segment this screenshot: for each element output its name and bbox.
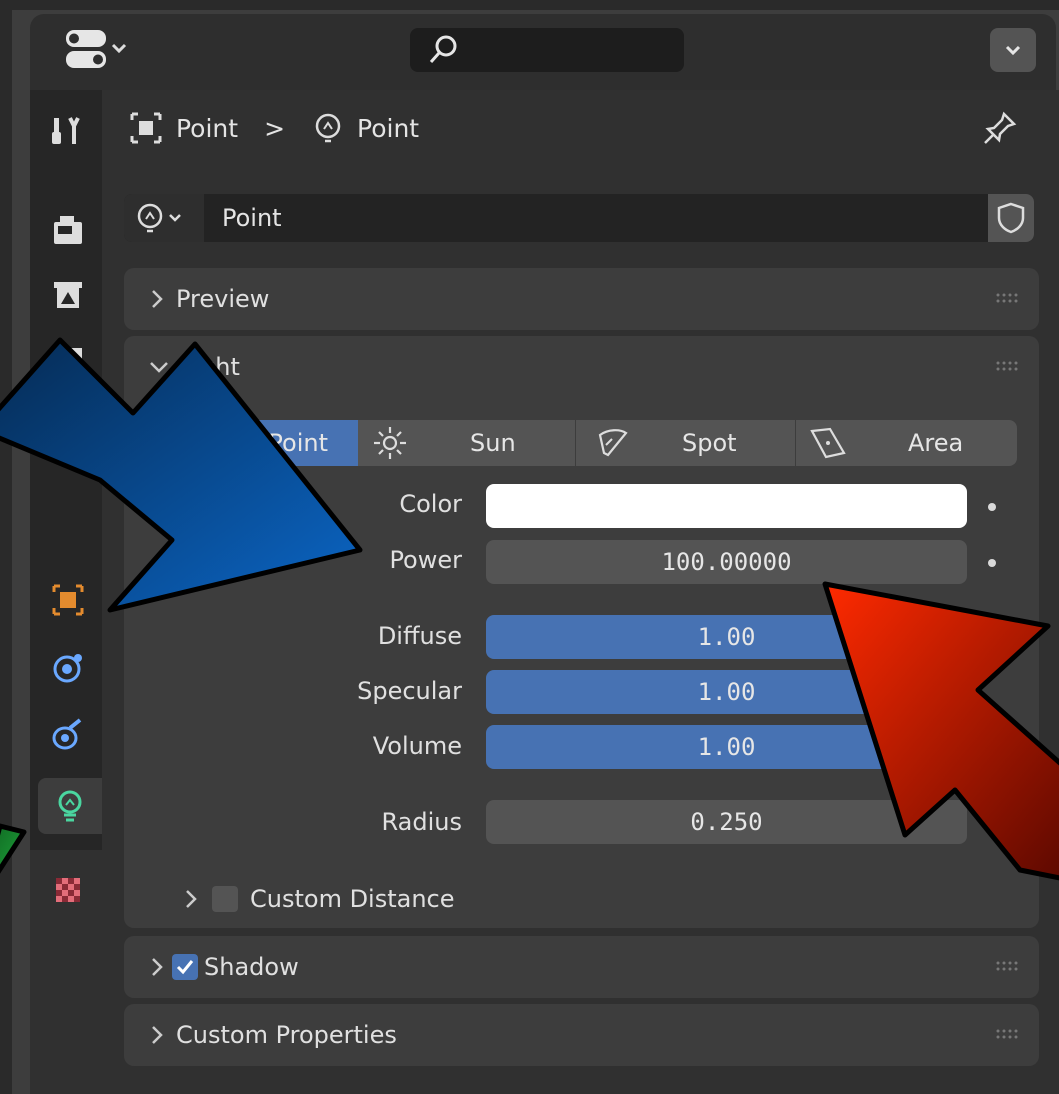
annotation-arrows bbox=[0, 337, 1059, 881]
properties-editor: Point > Point Point Preview Point Sun Sp… bbox=[0, 0, 1059, 1094]
green-arrow bbox=[0, 823, 27, 874]
blue-arrow bbox=[0, 337, 363, 613]
red-arrow bbox=[822, 581, 1059, 881]
